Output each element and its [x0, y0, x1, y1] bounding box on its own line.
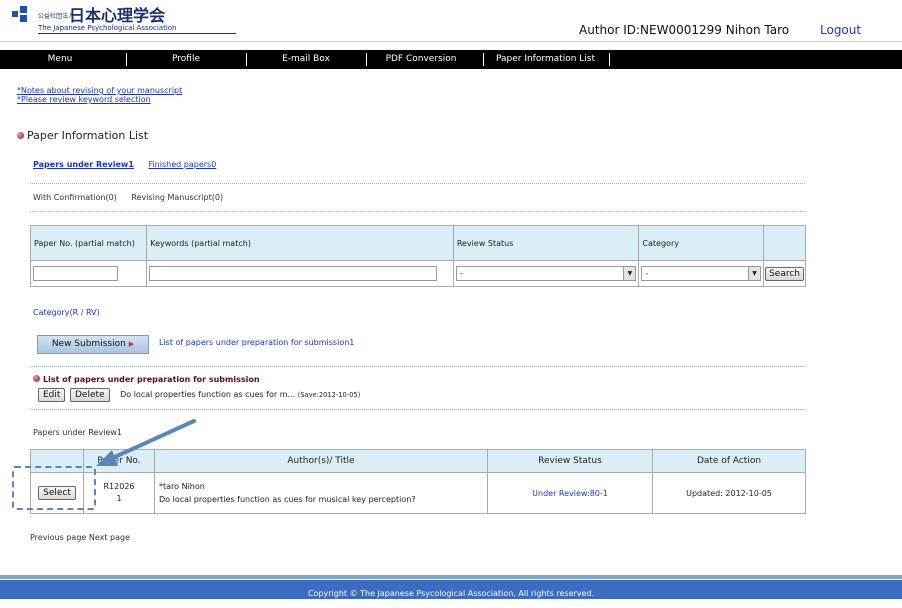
divider: [30, 211, 805, 213]
review-status-link[interactable]: Under Review:80-1: [532, 489, 608, 498]
search-header-review-status: Review Status: [452, 225, 640, 261]
nav-paper-information-list[interactable]: Paper Information List: [483, 50, 608, 69]
papers-under-review-label: Papers under Review1: [33, 428, 122, 437]
page-title: Paper Information List: [17, 129, 148, 142]
new-submission-label: New Submission: [51, 339, 126, 349]
edit-button[interactable]: Edit: [38, 388, 66, 402]
dropdown-arrow-icon: ▼: [623, 267, 636, 280]
keywords-cell: [146, 260, 454, 287]
nav-menu[interactable]: Menu: [0, 50, 120, 69]
author-info: Author ID:NEW0001299 Nihon Taro: [579, 23, 790, 37]
dropdown-arrow-icon: ▼: [748, 267, 761, 280]
col-header-date-of-action: Date of Action: [652, 449, 806, 473]
footer: Copyright © The Japanese Psycological As…: [0, 580, 902, 599]
paper-author: *taro Nihon: [159, 482, 205, 491]
author-title-cell: *taro Nihon Do local properties function…: [154, 472, 488, 514]
new-submission-button[interactable]: New Submission ▶: [37, 335, 149, 354]
review-status-select[interactable]: - ▼: [455, 266, 637, 281]
col-header-author-title: Author(s)/ Title: [154, 449, 488, 473]
divider: [30, 183, 805, 185]
tab-papers-under-review[interactable]: Papers under Review1: [33, 160, 134, 169]
notes-links: *Notes about revising of your manuscript…: [17, 86, 182, 104]
nav-divider: [609, 53, 610, 66]
review-status-value: -: [459, 269, 463, 278]
prep-list-item: Edit Delete Do local properties function…: [38, 388, 360, 402]
logout-link[interactable]: Logout: [820, 23, 861, 37]
keyword-review-link[interactable]: *Please review keyword selection: [17, 95, 182, 104]
category-value: -: [645, 269, 649, 278]
revision-notes-link[interactable]: *Notes about revising of your manuscript: [17, 86, 182, 95]
table-row: Select R12026 1 *taro Nihon Do local pro…: [30, 472, 806, 514]
prep-list-link[interactable]: List of papers under preparation for sub…: [159, 338, 354, 347]
prep-save-date: (Save:2012-10-05): [297, 391, 361, 399]
footer-band: [0, 575, 902, 579]
category-select[interactable]: - ▼: [641, 266, 762, 281]
divider: [30, 366, 805, 368]
triangle-right-icon: ▶: [128, 340, 135, 348]
paper-no-input[interactable]: [33, 266, 118, 281]
paper-title: Do local properties function as cues for…: [159, 495, 416, 504]
org-name-english: The Japanese Psychological Association: [38, 24, 236, 34]
nav-profile[interactable]: Profile: [126, 50, 246, 69]
search-header-paper-no: Paper No. (partial match): [29, 225, 148, 261]
search-header-category: Category: [638, 225, 765, 261]
divider: [30, 409, 805, 411]
prep-list-title-text: List of papers under preparation for sub…: [43, 375, 260, 384]
tab-finished-papers[interactable]: Finished papers0: [148, 160, 216, 169]
search-button-cell: Search: [763, 260, 806, 287]
pagination[interactable]: Previous page Next page: [30, 533, 130, 542]
papers-table: Paper No. Author(s)/ Title Review Status…: [30, 449, 806, 514]
nav-pdf-conversion[interactable]: PDF Conversion: [366, 50, 476, 69]
nav-bar: Menu Profile E-mail Box PDF Conversion P…: [0, 50, 902, 69]
revising-manuscript-count: Revising Manuscript(0): [131, 193, 224, 202]
page-title-text: Paper Information List: [27, 129, 149, 142]
bullet-icon: [17, 132, 24, 139]
copyright-text: Copyright © The Japanese Psycological As…: [307, 589, 595, 598]
confirmation-counts: With Confirmation(0) Revising Manuscript…: [33, 193, 223, 202]
prep-list-title: List of papers under preparation for sub…: [33, 375, 260, 384]
annotation-highlight-box: [12, 466, 96, 510]
keywords-input[interactable]: [149, 266, 438, 281]
category-cell: - ▼: [638, 260, 765, 287]
prep-paper-title: Do local properties function as cues for…: [120, 390, 296, 399]
paper-tabs: Papers under Review1 Finished papers0: [33, 160, 216, 169]
search-header-empty: [763, 225, 806, 261]
org-name: 日本心理学会: [69, 6, 166, 25]
jpa-logo-icon: [12, 6, 32, 22]
header-divider: [0, 41, 902, 42]
review-status-cell: - ▼: [452, 260, 640, 287]
search-header-keywords: Keywords (partial match): [146, 225, 454, 261]
header: 公益社団法人 日本心理学会 The Japanese Psychological…: [0, 0, 902, 42]
with-confirmation-count: With Confirmation(0): [33, 193, 117, 202]
paper-no-cell: [29, 260, 148, 287]
search-table: Paper No. (partial match) Keywords (part…: [29, 225, 806, 287]
review-status-cell: Under Review:80-1: [487, 472, 653, 514]
col-header-review-status: Review Status: [487, 449, 653, 473]
category-label: Category(R / RV): [33, 308, 100, 317]
search-button[interactable]: Search: [765, 266, 804, 281]
bullet-icon: [33, 375, 40, 382]
nav-email-box[interactable]: E-mail Box: [246, 50, 366, 69]
delete-button[interactable]: Delete: [69, 388, 110, 402]
date-of-action-cell: Updated: 2012-10-05: [652, 472, 806, 514]
